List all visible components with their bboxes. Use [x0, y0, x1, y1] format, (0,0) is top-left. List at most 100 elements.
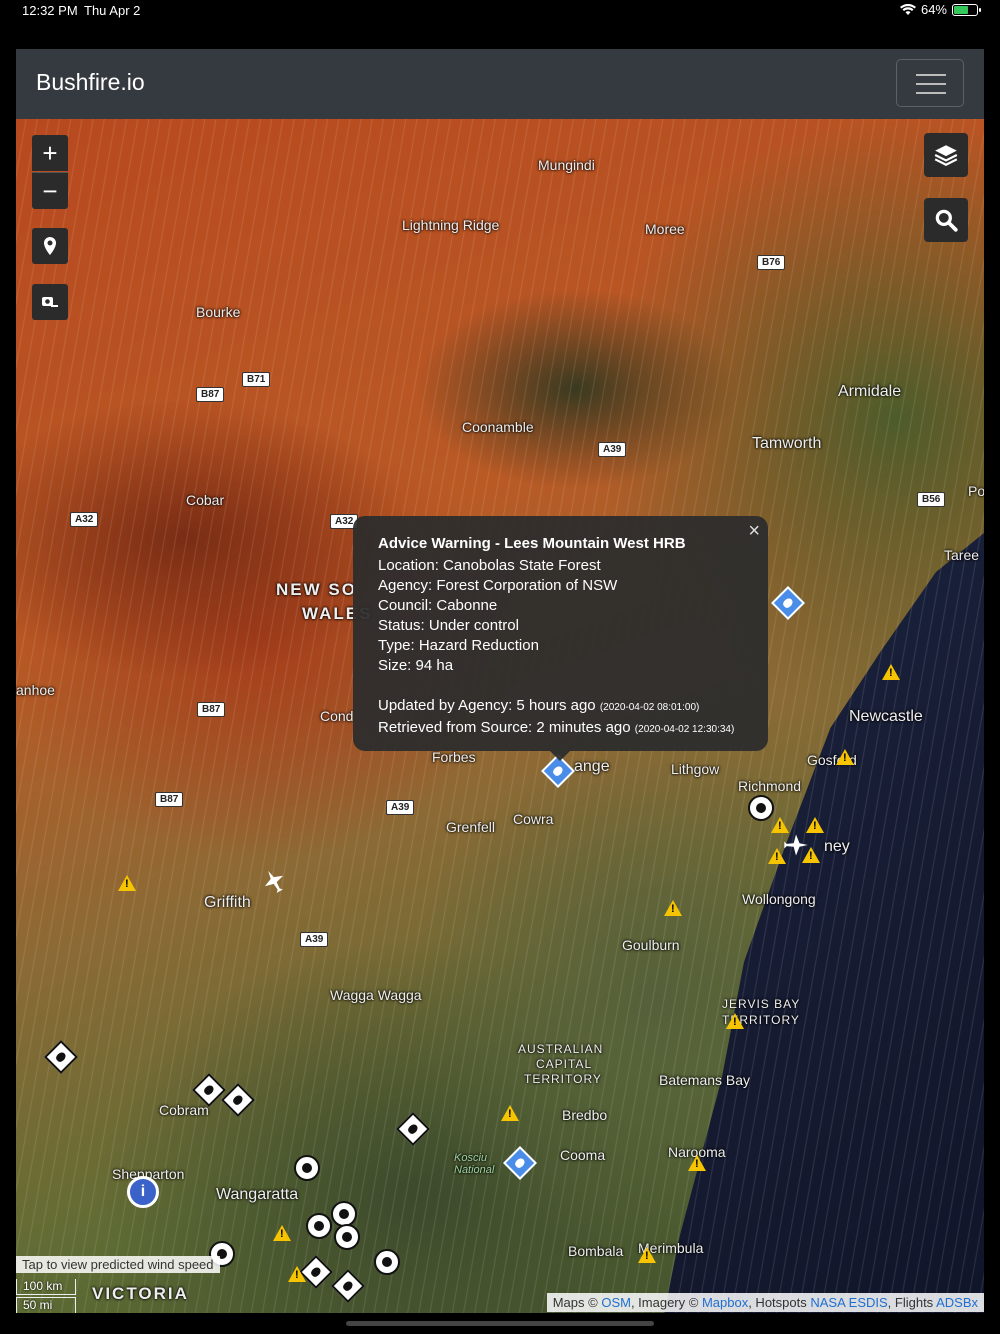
scale-mi: 50 mi: [16, 1297, 76, 1313]
map-label-grenfell: Grenfell: [446, 819, 496, 835]
map-label-nsw-1: NEW SO: [276, 580, 357, 599]
map-label-act-3: TERRITORY: [524, 1072, 602, 1086]
map-label-tamworth: Tamworth: [752, 435, 822, 452]
locate-icon: [44, 237, 56, 255]
battery-icon: [952, 3, 981, 16]
fire-marker[interactable]: [396, 1112, 430, 1146]
home-indicator[interactable]: [346, 1321, 654, 1326]
road-shield: A39: [386, 800, 415, 815]
map-label-lightning-ridge: Lightning Ridge: [402, 217, 500, 233]
popup-retrieved: Retrieved from Source: 2 minutes ago: [378, 719, 631, 736]
zoom-in-button[interactable]: +: [32, 135, 68, 171]
warning-marker[interactable]: [638, 1247, 656, 1263]
wind-speed-hint[interactable]: Tap to view predicted wind speed: [16, 1256, 220, 1273]
road-shield: B71: [242, 372, 271, 387]
map-label-moree: Moree: [645, 221, 685, 237]
burning-area-marker[interactable]: [374, 1249, 400, 1275]
map-label-richmond: Richmond: [738, 778, 802, 794]
zoom-out-button[interactable]: −: [32, 172, 68, 209]
incident-popup: × Advice Warning - Lees Mountain West HR…: [353, 516, 768, 761]
map-label-cobar: Cobar: [186, 492, 225, 508]
attrib-flights: , Flights: [887, 1295, 934, 1310]
burning-area-marker[interactable]: [306, 1213, 332, 1239]
road-shield: A39: [300, 932, 329, 947]
popup-location: Location: Canobolas State Forest: [378, 557, 601, 574]
map-label-taree: Taree: [944, 547, 980, 563]
map-label-act-2: CAPITAL: [536, 1057, 593, 1071]
popup-size: Size: 94 ha: [378, 657, 454, 674]
brand-title[interactable]: Bushfire.io: [36, 69, 145, 96]
road-shield: A39: [598, 442, 627, 457]
osm-link[interactable]: OSM: [601, 1295, 631, 1310]
road-shield: B87: [197, 702, 226, 717]
map-label-po: Po: [968, 483, 984, 499]
warning-marker[interactable]: [288, 1266, 306, 1282]
fire-marker[interactable]: [771, 586, 805, 620]
warning-marker[interactable]: [882, 664, 900, 680]
warning-marker[interactable]: [501, 1105, 519, 1121]
navbar: Bushfire.io: [16, 49, 984, 119]
adsbx-link[interactable]: ADSBx: [936, 1295, 978, 1310]
status-bar: 12:32 PM Thu Apr 2 64%: [0, 0, 1000, 22]
popup-type: Type: Hazard Reduction: [378, 637, 539, 654]
road-shield: B87: [196, 387, 225, 402]
map-label-cond: Cond: [320, 708, 354, 724]
attrib-prefix: Maps ©: [552, 1295, 598, 1310]
burning-area-marker[interactable]: [331, 1201, 357, 1227]
map-label-wollongong: Wollongong: [742, 891, 816, 907]
map-label-forbes: Forbes: [432, 749, 476, 765]
info-marker[interactable]: i: [127, 1176, 159, 1208]
map-label-cooma: Cooma: [560, 1147, 606, 1163]
screenshot-button[interactable]: [32, 284, 68, 320]
map-label-newcastle: Newcastle: [849, 708, 923, 725]
popup-status: Status: Under control: [378, 617, 519, 634]
map-label-griffith: Griffith: [204, 894, 251, 911]
map-label-sydney: ney: [824, 838, 850, 855]
map-label-bredbo: Bredbo: [562, 1107, 608, 1123]
fire-marker[interactable]: [331, 1269, 365, 1303]
layers-button[interactable]: [924, 133, 968, 177]
aircraft-icon[interactable]: [260, 867, 288, 895]
map-label-goulburn: Goulburn: [622, 937, 680, 953]
status-right: 64%: [899, 2, 981, 17]
hamburger-icon[interactable]: [896, 59, 964, 107]
attrib-imagery: , Imagery ©: [630, 1295, 699, 1310]
fire-marker[interactable]: [221, 1083, 255, 1117]
map-label-armidale: Armidale: [838, 383, 902, 400]
aircraft-icon[interactable]: [782, 831, 810, 859]
warning-marker[interactable]: [664, 900, 682, 916]
search-button[interactable]: [924, 198, 968, 242]
map-label-coonamble: Coonamble: [462, 419, 534, 435]
warning-marker[interactable]: [836, 749, 854, 765]
map-label-cobram: Cobram: [159, 1102, 209, 1118]
road-shield: A32: [70, 512, 99, 527]
burning-area-marker[interactable]: [294, 1155, 320, 1181]
popup-updated: Updated by Agency: 5 hours ago: [378, 697, 596, 714]
map-label-orange: ange: [574, 758, 610, 775]
status-date: Thu Apr 2: [84, 3, 141, 18]
popup-updated-timestamp: (2020-04-02 08:01:00): [599, 702, 700, 713]
fire-marker[interactable]: [44, 1040, 78, 1074]
map-label-batemans: Batemans Bay: [659, 1072, 751, 1088]
warning-marker[interactable]: [726, 1013, 744, 1029]
map-label-victoria: VICTORIA: [92, 1284, 189, 1303]
burning-area-marker[interactable]: [334, 1224, 360, 1250]
map-label-wagga: Wagga Wagga: [330, 987, 422, 1003]
nasa-link[interactable]: NASA ESDIS: [810, 1295, 887, 1310]
road-shield: B56: [917, 492, 946, 507]
map-label-bourke: Bourke: [196, 304, 241, 320]
close-icon[interactable]: ×: [748, 520, 760, 543]
map-label-mungindi: Mungindi: [538, 157, 595, 173]
map-label-cowra: Cowra: [513, 811, 554, 827]
camera-icon: [42, 297, 58, 307]
popup-agency: Agency: Forest Corporation of NSW: [378, 577, 618, 594]
popup-council: Council: Cabonne: [378, 597, 498, 614]
warning-marker[interactable]: [273, 1225, 291, 1241]
popup-title: Advice Warning - Lees Mountain West HRB: [378, 535, 686, 552]
warning-marker[interactable]: [688, 1155, 706, 1171]
locate-button[interactable]: [32, 228, 68, 264]
warning-marker[interactable]: [118, 875, 136, 891]
map-label-lithgow: Lithgow: [671, 761, 720, 777]
scale-km: 100 km: [16, 1279, 76, 1295]
mapbox-link[interactable]: Mapbox: [702, 1295, 748, 1310]
